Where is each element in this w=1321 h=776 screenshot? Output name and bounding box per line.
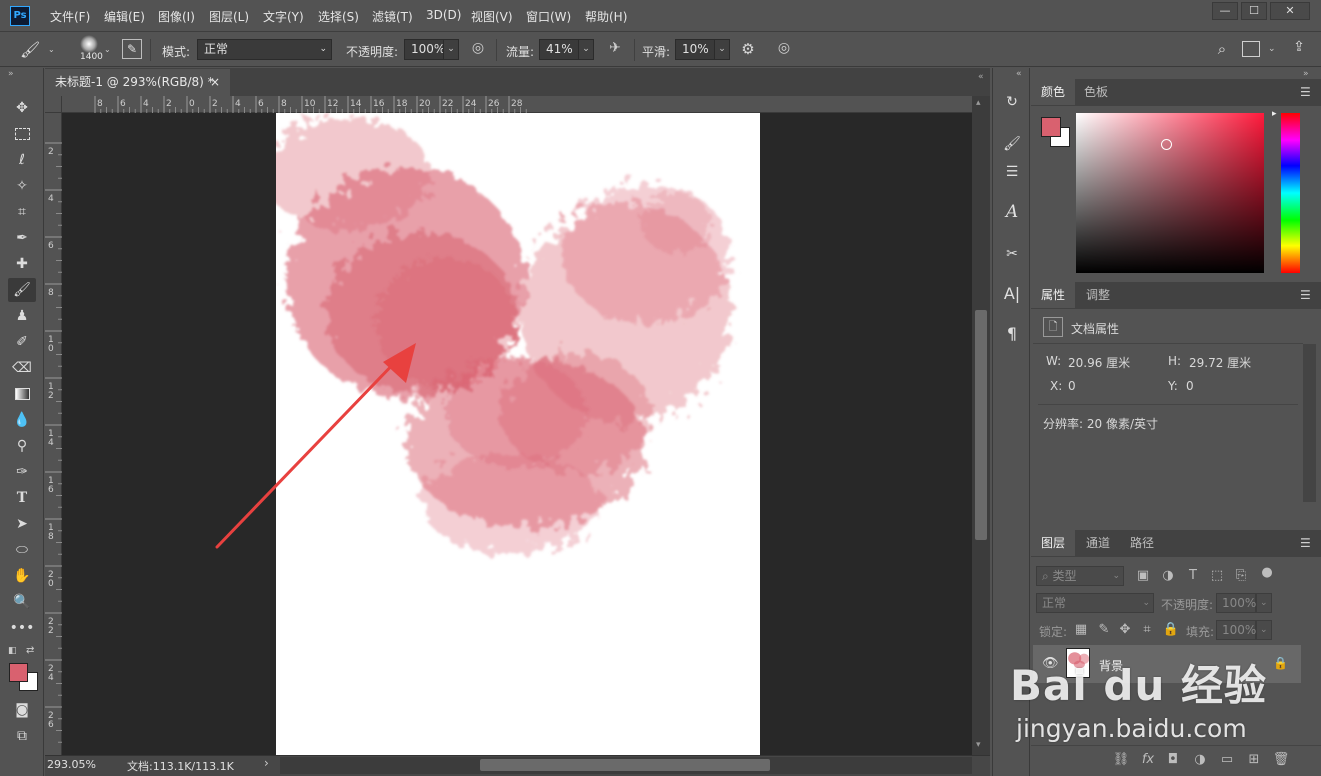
layer-thumbnail[interactable]: [1066, 648, 1090, 678]
height-label: H:: [1168, 354, 1182, 368]
tab-swatches[interactable]: 色板: [1084, 79, 1108, 105]
tab-color[interactable]: 颜色: [1031, 79, 1076, 105]
fill-input[interactable]: 100%: [1216, 620, 1256, 640]
photoshop-window: Ps 文件(F) 编辑(E) 图像(I) 图层(L) 文字(Y) 选择(S) 滤…: [0, 0, 1321, 776]
height-value[interactable]: 29.72 厘米: [1189, 354, 1251, 371]
layer-style-icon[interactable]: fx: [1139, 752, 1157, 767]
link-layers-icon[interactable]: ⛓: [1112, 752, 1130, 767]
x-label: X:: [1050, 379, 1063, 393]
resolution-text: 分辨率: 20 像素/英寸: [1043, 417, 1158, 431]
tab-properties[interactable]: 属性: [1031, 282, 1076, 308]
color-picker-marker[interactable]: [1161, 139, 1172, 150]
scroll-down-icon[interactable]: ▾: [976, 740, 981, 750]
tab-adjustments[interactable]: 调整: [1086, 282, 1110, 308]
properties-title: 文档属性: [1071, 322, 1120, 336]
layer-opacity-label: 不透明度:: [1161, 598, 1214, 612]
type-filter-icon[interactable]: T: [1184, 568, 1202, 583]
properties-panel-menu-icon[interactable]: ☰: [1300, 288, 1311, 302]
scroll-up-icon[interactable]: ▴: [976, 98, 981, 108]
lock-position-icon[interactable]: ✥: [1116, 622, 1134, 637]
brush-settings-icon[interactable]: ☰: [1000, 160, 1024, 184]
blend-mode-select[interactable]: 正常 ⌄: [1036, 593, 1154, 613]
new-layer-icon[interactable]: ⊞: [1245, 752, 1263, 767]
layer-opacity-dropdown-icon[interactable]: ⌄: [1256, 593, 1272, 613]
add-mask-icon[interactable]: ◘: [1164, 752, 1182, 767]
layer-lock-icon: 🔒: [1273, 656, 1288, 670]
layer-visibility-eye-icon[interactable]: 👁: [1042, 656, 1059, 671]
divider: [1038, 404, 1298, 405]
properties-scrollbar[interactable]: [1303, 344, 1316, 502]
smart-object-filter-icon[interactable]: ⎘: [1232, 568, 1250, 583]
pixel-layer-filter-icon[interactable]: ▣: [1134, 568, 1152, 583]
filter-toggle-icon[interactable]: ●: [1258, 565, 1276, 580]
paragraph-panel-icon[interactable]: ¶: [1000, 322, 1024, 346]
history-panel-icon[interactable]: ↻: [1000, 90, 1024, 114]
new-group-icon[interactable]: ▭: [1218, 752, 1236, 767]
panels-collapse-icon[interactable]: »: [1303, 69, 1309, 79]
status-menu-arrow-icon[interactable]: ›: [264, 756, 269, 770]
delete-layer-icon[interactable]: 🗑: [1272, 752, 1290, 767]
brush-presets-panel-icon[interactable]: 🖌: [1000, 132, 1024, 156]
vertical-scroll-thumb[interactable]: [975, 310, 987, 540]
y-label: Y:: [1168, 379, 1178, 393]
layer-opacity-input[interactable]: 100%: [1216, 593, 1256, 613]
strip-collapse-icon[interactable]: «: [1016, 69, 1022, 79]
fill-dropdown-icon[interactable]: ⌄: [1256, 620, 1272, 640]
zoom-level[interactable]: 293.05%: [47, 758, 96, 771]
color-panel-foreground-swatch[interactable]: [1041, 117, 1061, 137]
layer-name[interactable]: 背景: [1099, 657, 1123, 674]
tab-paths[interactable]: 路径: [1130, 530, 1154, 556]
width-label: W:: [1046, 354, 1062, 368]
tab-layers[interactable]: 图层: [1031, 530, 1076, 556]
layers-panel-menu-icon[interactable]: ☰: [1300, 536, 1311, 550]
lock-all-icon[interactable]: 🔒: [1162, 622, 1180, 637]
x-value[interactable]: 0: [1068, 379, 1076, 393]
layer-filter-value: 类型: [1052, 569, 1077, 583]
document-size-info: 文档:113.1K/113.1K: [127, 760, 234, 773]
document-icon: 🗋: [1043, 317, 1063, 337]
lock-pixels-icon[interactable]: ✎: [1095, 622, 1113, 637]
fill-label: 填充:: [1186, 625, 1215, 639]
adjustment-filter-icon[interactable]: ◑: [1159, 568, 1177, 583]
layer-filter-select[interactable]: ⌕ 类型 ⌄: [1036, 566, 1124, 586]
y-value[interactable]: 0: [1186, 379, 1194, 393]
hue-slider-handle[interactable]: ▸: [1272, 109, 1277, 119]
layer-thumbnail-preview: [1068, 652, 1089, 669]
glyphs-panel-icon[interactable]: A: [1000, 200, 1024, 224]
shape-filter-icon[interactable]: ⬚: [1208, 568, 1226, 583]
color-picker-field[interactable]: [1076, 113, 1264, 273]
tool-presets-icon[interactable]: ✂: [1000, 242, 1024, 266]
character-panel-icon[interactable]: A|: [1000, 282, 1024, 306]
color-panel-menu-icon[interactable]: ☰: [1300, 85, 1311, 99]
tab-channels[interactable]: 通道: [1086, 530, 1110, 556]
hue-slider[interactable]: [1281, 113, 1300, 273]
lock-label: 锁定:: [1039, 625, 1068, 639]
blend-mode-value: 正常: [1042, 596, 1067, 610]
lock-artboard-icon[interactable]: ⌗: [1138, 622, 1156, 637]
width-value[interactable]: 20.96 厘米: [1068, 354, 1130, 371]
lock-transparency-icon[interactable]: ▦: [1072, 622, 1090, 637]
horizontal-scroll-thumb[interactable]: [480, 759, 770, 771]
adjustment-layer-icon[interactable]: ◑: [1191, 752, 1209, 767]
